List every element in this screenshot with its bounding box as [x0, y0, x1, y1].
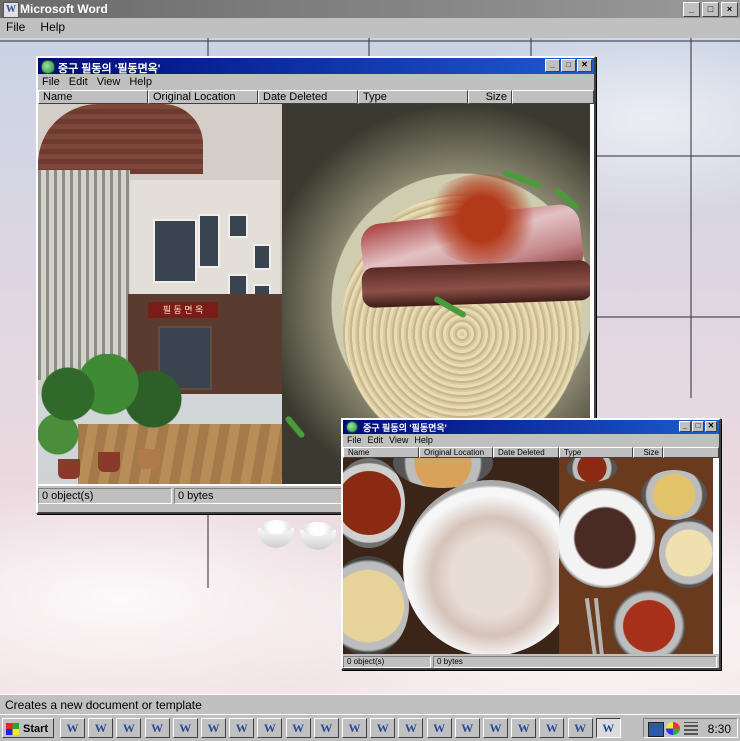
close-button[interactable]: ✕ [705, 421, 717, 432]
app-title: Microsoft Word [20, 2, 108, 16]
menu-help[interactable]: Help [34, 18, 71, 36]
menu-help[interactable]: Help [129, 74, 152, 90]
minimize-button[interactable]: _ [683, 2, 700, 17]
recycle-bin-icon [41, 60, 55, 74]
menu-view[interactable]: View [97, 74, 121, 90]
menu-help[interactable]: Help [414, 434, 433, 447]
app-statusbar: Creates a new document or template [0, 694, 740, 715]
column-size[interactable]: Size [468, 90, 512, 104]
column-headers: Name Original Location Date Deleted Type… [38, 90, 594, 104]
recycle-bin-icon [346, 421, 358, 433]
menu-view[interactable]: View [389, 434, 408, 447]
taskbar-word-button[interactable]: W [201, 718, 226, 738]
status-bytes: 0 bytes [433, 656, 717, 668]
window-titlebar[interactable]: 중구 필동의 '필동면옥' _ □ ✕ [343, 420, 719, 434]
taskbar-word-button[interactable]: W [60, 718, 85, 738]
grid-line [690, 38, 692, 398]
taskbar-word-button[interactable]: W [511, 718, 537, 738]
taskbar-word-button[interactable]: W [229, 718, 255, 738]
menu-file[interactable]: File [42, 74, 60, 90]
column-name[interactable]: Name [38, 90, 148, 104]
taskbar-word-button[interactable]: W [144, 718, 170, 738]
window-menubar: File Edit View Help [343, 434, 719, 447]
menu-edit[interactable]: Edit [368, 434, 384, 447]
taskbar-word-button[interactable]: W [116, 718, 142, 738]
start-label: Start [23, 723, 49, 735]
taskbar-word-button[interactable]: W [398, 718, 424, 738]
window-title: 중구 필동의 '필동면옥' [363, 423, 447, 433]
rice-bowl-icon [258, 520, 294, 550]
column-size[interactable]: Size [633, 447, 663, 458]
menu-file[interactable]: File [0, 18, 31, 36]
column-filler [512, 90, 594, 104]
taskbar-word-button[interactable]: W [370, 718, 396, 738]
window-menubar: File Edit View Help [38, 74, 594, 90]
maximize-button[interactable]: □ [702, 2, 719, 17]
building-photo: 필 동 면 옥 [38, 104, 284, 484]
column-date-deleted[interactable]: Date Deleted [493, 447, 559, 458]
taskbar-word-button[interactable]: W [172, 718, 198, 738]
column-original-location[interactable]: Original Location [419, 447, 493, 458]
column-date-deleted[interactable]: Date Deleted [258, 90, 358, 104]
minimize-button[interactable]: _ [679, 421, 691, 432]
maximize-button[interactable]: □ [692, 421, 704, 432]
app-menubar: File Help [0, 18, 740, 39]
taskbar-word-button[interactable]: W [454, 718, 480, 738]
restaurant-sign: 필 동 면 옥 [148, 302, 218, 318]
system-tray: 8:30 [643, 718, 738, 738]
column-original-location[interactable]: Original Location [148, 90, 258, 104]
suyuk-photo [343, 458, 559, 654]
close-button[interactable]: ✕ [577, 59, 592, 72]
menu-edit[interactable]: Edit [69, 74, 88, 90]
window-content [343, 458, 719, 654]
column-name[interactable]: Name [343, 447, 419, 458]
grid-line [595, 316, 740, 318]
rice-bowl-icon [300, 522, 336, 552]
window-statusbar: 0 object(s) 0 bytes [343, 656, 719, 668]
globe-icon[interactable] [666, 722, 680, 735]
explorer-window-secondary[interactable]: 중구 필동의 '필동면옥' _ □ ✕ File Edit View Help Nam… [341, 418, 721, 670]
start-button[interactable]: Start [2, 718, 54, 738]
taskbar-word-button[interactable]: W [313, 718, 339, 738]
taskbar-word-button[interactable]: W [257, 718, 283, 738]
grid-line [595, 155, 740, 157]
taskbar-word-button[interactable]: W [483, 718, 508, 738]
status-object-count: 0 object(s) [38, 488, 172, 504]
column-headers: Name Original Location Date Deleted Type… [343, 447, 719, 458]
word-logo-icon: W [3, 2, 19, 18]
app-titlebar: W Microsoft Word _ □ × [0, 0, 740, 18]
taskbar-word-button[interactable]: W [539, 718, 565, 738]
beef-side-dishes-photo [559, 458, 713, 654]
taskbar-word-button[interactable]: W [88, 718, 114, 738]
windows-logo-icon [6, 723, 19, 735]
window-titlebar[interactable]: 중구 필동의 '필동면옥' _ □ ✕ [38, 58, 594, 75]
taskbar-word-button[interactable]: W [426, 718, 452, 738]
grid-line [0, 40, 740, 42]
taskbar-word-button[interactable]: W [567, 718, 593, 738]
window-title: 중구 필동의 '필동면옥' [58, 63, 161, 75]
column-type[interactable]: Type [358, 90, 468, 104]
minimize-button[interactable]: _ [545, 59, 560, 72]
status-object-count: 0 object(s) [343, 656, 431, 668]
column-filler [663, 447, 719, 458]
taskbar: Start WWWWWWWWWWWWWWWWWWWW 8:30 [0, 714, 740, 741]
status-text: Creates a new document or template [5, 698, 202, 712]
taskbar-word-button[interactable]: W [285, 718, 311, 738]
taskbar-word-button[interactable]: W [342, 718, 367, 738]
column-type[interactable]: Type [559, 447, 633, 458]
taskbar-word-button[interactable]: W [595, 718, 621, 738]
menu-file[interactable]: File [347, 434, 362, 447]
monitor-icon[interactable] [648, 722, 664, 737]
close-button[interactable]: × [721, 2, 738, 17]
volume-icon[interactable] [684, 722, 698, 735]
maximize-button[interactable]: □ [561, 59, 576, 72]
clock: 8:30 [707, 722, 731, 736]
